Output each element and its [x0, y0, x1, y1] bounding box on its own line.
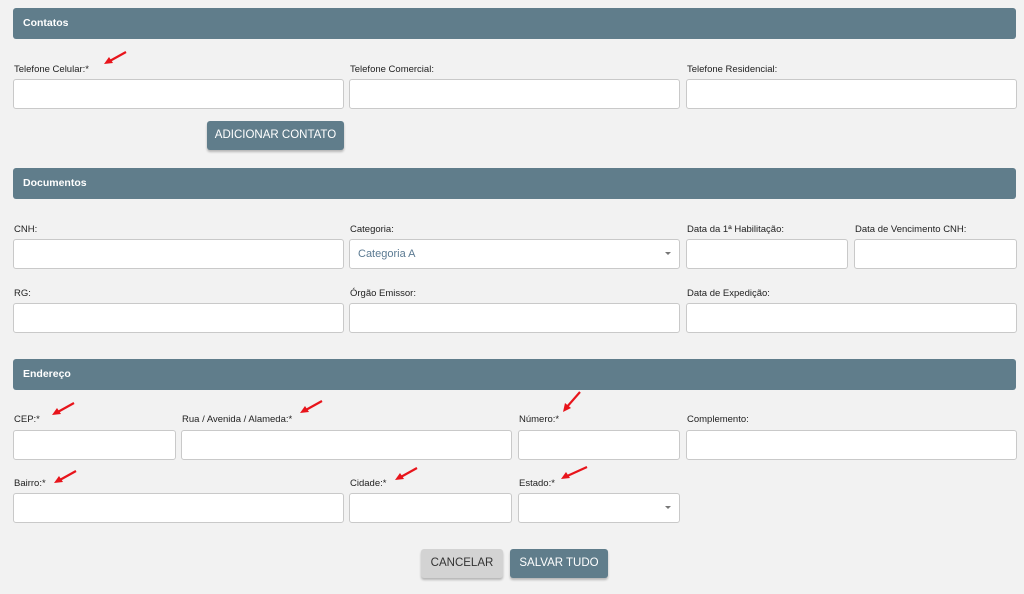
rua-label: Rua / Avenida / Alameda:* — [182, 414, 293, 425]
bairro-input[interactable] — [13, 493, 344, 523]
estado-select[interactable] — [518, 493, 680, 523]
chevron-down-icon — [665, 506, 671, 509]
bairro-label: Bairro:* — [14, 478, 46, 489]
cidade-label: Cidade:* — [350, 478, 387, 489]
data-vencimento-cnh-label: Data de Vencimento CNH: — [855, 224, 967, 235]
data-habilitacao-label: Data da 1ª Habilitação: — [687, 224, 784, 235]
section-header-contatos: Contatos — [13, 8, 1016, 39]
save-all-button[interactable]: SALVAR TUDO — [510, 549, 608, 578]
orgao-emissor-label: Órgão Emissor: — [350, 288, 416, 299]
cnh-label: CNH: — [14, 224, 38, 235]
red-arrow-icon — [52, 402, 75, 415]
red-arrow-icon — [561, 465, 588, 479]
complemento-label: Complemento: — [687, 414, 749, 425]
chevron-down-icon — [665, 252, 671, 255]
telefone-celular-label: Telefone Celular:* — [14, 64, 89, 75]
adicionar-contato-button[interactable]: ADICIONAR CONTATO — [207, 121, 344, 150]
rua-input[interactable] — [181, 430, 512, 460]
section-header-documentos: Documentos — [13, 168, 1016, 199]
telefone-residencial-label: Telefone Residencial: — [687, 64, 778, 75]
red-arrow-icon — [300, 400, 323, 413]
red-arrow-icon — [104, 51, 127, 64]
complemento-input[interactable] — [686, 430, 1017, 460]
categoria-selected-value: Categoria A — [358, 248, 416, 260]
categoria-label: Categoria: — [350, 224, 394, 235]
data-habilitacao-input[interactable] — [686, 239, 848, 269]
cancel-button[interactable]: CANCELAR — [421, 549, 503, 578]
telefone-residencial-input[interactable] — [686, 79, 1017, 109]
categoria-select[interactable]: Categoria A — [349, 239, 680, 269]
data-expedicao-input[interactable] — [686, 303, 1017, 333]
estado-label: Estado:* — [519, 478, 555, 489]
red-arrow-icon — [395, 467, 418, 480]
red-arrow-icon — [563, 391, 581, 412]
rg-input[interactable] — [13, 303, 344, 333]
telefone-comercial-label: Telefone Comercial: — [350, 64, 434, 75]
numero-label: Número:* — [519, 414, 560, 425]
telefone-celular-input[interactable] — [13, 79, 344, 109]
cep-label: CEP:* — [14, 414, 40, 425]
numero-input[interactable] — [518, 430, 680, 460]
data-vencimento-cnh-input[interactable] — [854, 239, 1017, 269]
section-header-endereco: Endereço — [13, 359, 1016, 390]
orgao-emissor-input[interactable] — [349, 303, 680, 333]
rg-label: RG: — [14, 288, 31, 299]
cidade-input[interactable] — [349, 493, 512, 523]
cep-input[interactable] — [13, 430, 176, 460]
cnh-input[interactable] — [13, 239, 344, 269]
red-arrow-icon — [54, 470, 77, 483]
data-expedicao-label: Data de Expedição: — [687, 288, 770, 299]
telefone-comercial-input[interactable] — [349, 79, 680, 109]
